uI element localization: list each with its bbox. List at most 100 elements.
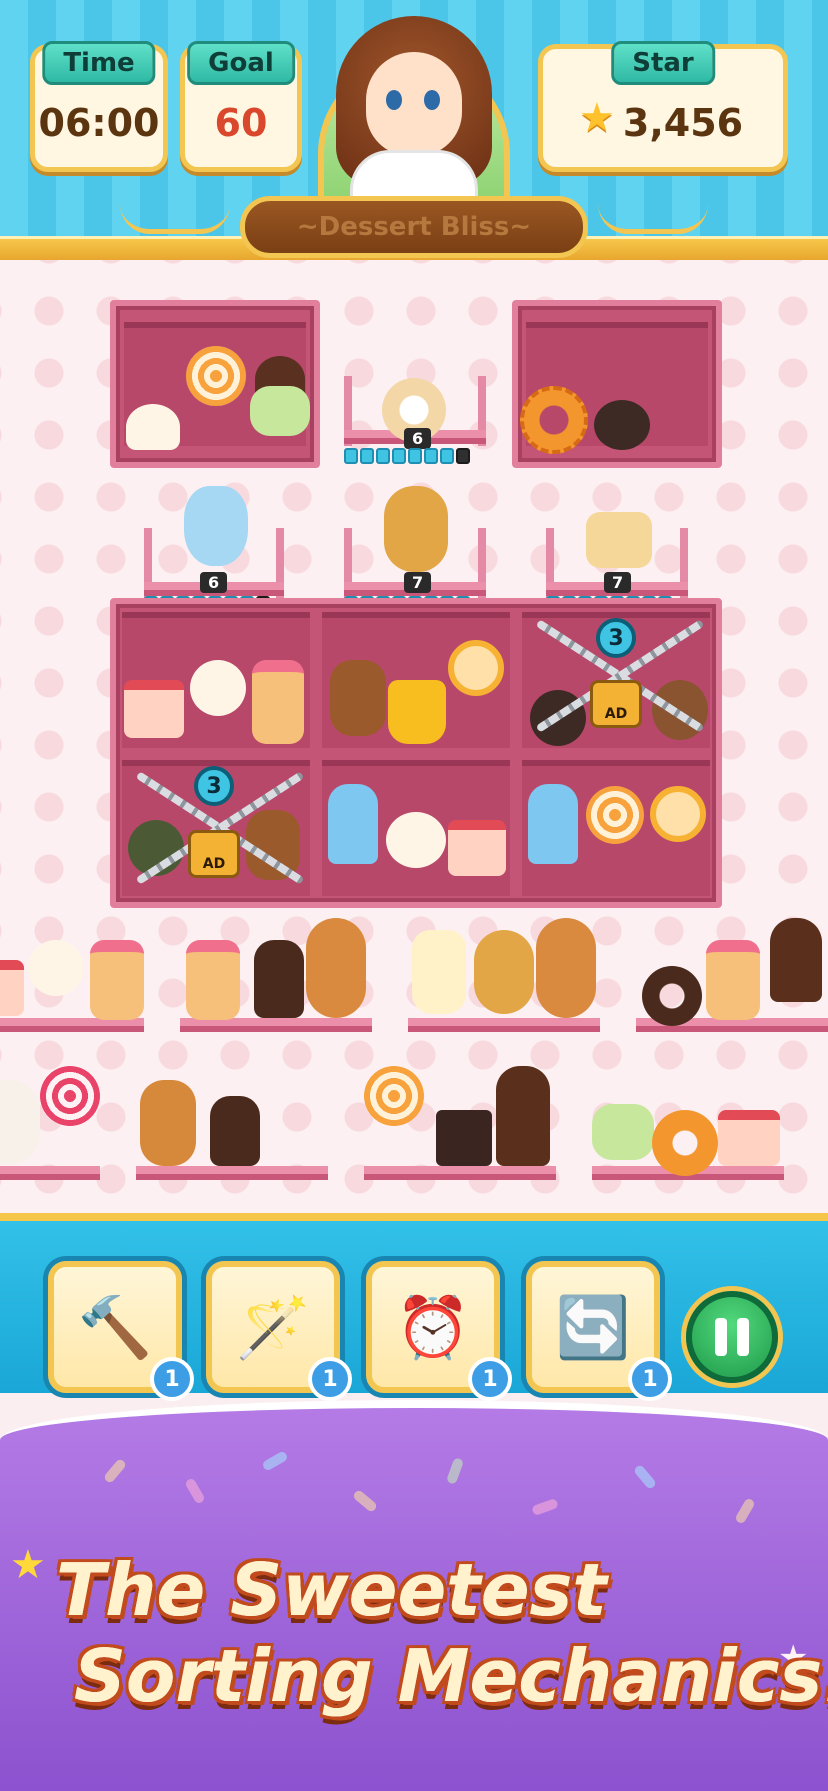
shelf-count: 7 <box>604 572 632 593</box>
freeze-clock-booster-button[interactable]: ⏰ 1 <box>366 1261 512 1401</box>
heart-lollipop-icon[interactable] <box>448 640 504 696</box>
hammer-booster-button[interactable]: 🔨 1 <box>48 1261 194 1401</box>
booster-count-badge: 1 <box>150 1357 194 1401</box>
unlock-count-badge: 3 <box>194 766 234 806</box>
goal-value: 60 <box>214 101 268 145</box>
chocolate-donut-icon[interactable] <box>642 966 702 1026</box>
time-value: 06:00 <box>38 101 160 145</box>
sprinkle <box>261 1450 289 1472</box>
promo-headline-line2: Sorting Mechanics! <box>74 1634 828 1718</box>
chocolate-cone-icon[interactable] <box>590 360 654 450</box>
sprinkle <box>351 1488 379 1514</box>
swirl-lollipop-icon[interactable] <box>40 1066 100 1126</box>
shelf-progress-meter <box>344 448 470 464</box>
pancake-stack-icon[interactable] <box>90 940 144 1020</box>
sprinkle <box>445 1457 465 1485</box>
pancake-stack-icon[interactable] <box>252 660 304 744</box>
star-value: 3,456 <box>622 101 744 145</box>
chef-eye-left <box>386 90 402 110</box>
promo-banner: ★ ★ The Sweetest Sorting Mechanics! <box>0 1400 828 1791</box>
magic-wand-booster-button[interactable]: 🪄 1 <box>206 1261 352 1401</box>
shelf-count: 7 <box>404 572 432 593</box>
chocolate-swirl-icon[interactable] <box>254 940 304 1018</box>
booster-count-badge: 1 <box>308 1357 352 1401</box>
open-ledge[interactable] <box>0 1018 144 1032</box>
right-scroll-ornament <box>598 204 708 234</box>
chocolate-swirl-icon[interactable] <box>210 1096 260 1166</box>
booster-count-badge: 1 <box>468 1357 512 1401</box>
taiyaki-icon[interactable] <box>474 930 534 1014</box>
vanilla-cone-icon[interactable] <box>28 940 84 996</box>
ad-unlock-button[interactable]: AD <box>188 830 240 878</box>
orange-donut-icon[interactable] <box>652 1110 718 1176</box>
shuffle-booster-button[interactable]: 🔄 1 <box>526 1261 672 1401</box>
sprinkle <box>734 1497 756 1525</box>
sprinkle <box>184 1477 206 1505</box>
waffle-icon[interactable] <box>306 918 366 1018</box>
cruller-icon[interactable] <box>140 1080 196 1166</box>
pause-button[interactable] <box>686 1291 778 1383</box>
open-ledge[interactable] <box>136 1166 328 1180</box>
open-ledge[interactable] <box>408 1018 600 1032</box>
strawberry-cake-icon[interactable] <box>124 680 184 738</box>
open-ledge[interactable] <box>180 1018 372 1032</box>
orange-donut-icon[interactable] <box>520 386 588 454</box>
ad-unlock-button[interactable]: AD <box>590 680 642 728</box>
matcha-cake-icon[interactable] <box>592 1104 654 1160</box>
strawberry-cake-icon[interactable] <box>0 960 24 1016</box>
pancake-stack-icon[interactable] <box>706 940 760 1020</box>
gingerbread-icon[interactable] <box>330 660 386 736</box>
waffle-icon[interactable] <box>536 918 596 1018</box>
goal-label: Goal <box>187 41 295 85</box>
star-panel: Star ★ 3,456 <box>538 41 788 172</box>
taiyaki-icon[interactable] <box>384 486 448 572</box>
chef-eye-right <box>424 90 440 110</box>
cotton-candy-icon[interactable] <box>184 486 248 566</box>
lollipop-icon[interactable] <box>586 786 644 844</box>
star-sparkle-icon: ★ <box>10 1542 46 1588</box>
ice-cream-cup-icon[interactable] <box>122 370 184 450</box>
open-ledge[interactable] <box>364 1166 556 1180</box>
ice-pop-icon[interactable] <box>328 784 378 864</box>
shuffle-icon: 🔄 <box>555 1292 631 1363</box>
strawberry-cake-icon[interactable] <box>448 820 506 876</box>
pause-icon <box>737 1318 749 1356</box>
left-scroll-ornament <box>120 204 230 234</box>
hammer-icon: 🔨 <box>77 1292 153 1363</box>
pancake-stack-icon[interactable] <box>186 940 240 1020</box>
brownie-icon[interactable] <box>436 1110 492 1166</box>
mochi-icon[interactable] <box>0 1080 40 1164</box>
magic-wand-icon: 🪄 <box>235 1292 311 1363</box>
booster-count-badge: 1 <box>628 1357 672 1401</box>
ice-cream-cup-icon[interactable] <box>386 812 446 868</box>
shelf-count: 6 <box>404 428 432 449</box>
time-panel: Time 06:00 <box>30 41 168 172</box>
chef-face <box>366 52 462 156</box>
sprinkle <box>531 1497 559 1517</box>
vanilla-cone-icon[interactable] <box>190 660 246 716</box>
ice-pop-icon[interactable] <box>528 784 578 864</box>
choco-bar-icon[interactable] <box>496 1066 550 1166</box>
lollipop-icon[interactable] <box>186 346 246 406</box>
lollipop-icon[interactable] <box>364 1066 424 1126</box>
booster-toolbar: 🔨 1 🪄 1 ⏰ 1 🔄 1 <box>0 1213 828 1401</box>
choco-bar-icon[interactable] <box>770 918 822 1002</box>
unlock-count-badge: 3 <box>596 618 636 658</box>
level-title: ~Dessert Bliss~ <box>240 196 588 258</box>
pause-icon <box>715 1318 727 1356</box>
promo-headline-line1: The Sweetest <box>56 1548 607 1632</box>
strawberry-cake-icon[interactable] <box>718 1110 780 1166</box>
freeze-clock-icon: ⏰ <box>395 1292 471 1363</box>
heart-lollipop-icon[interactable] <box>650 786 706 842</box>
time-label: Time <box>42 41 156 85</box>
pudding-icon[interactable] <box>586 512 652 568</box>
open-ledge[interactable] <box>0 1166 100 1180</box>
star-label: Star <box>611 41 715 85</box>
shelf-count: 6 <box>200 572 228 593</box>
sprinkle <box>632 1463 658 1491</box>
parfait-icon[interactable] <box>412 930 466 1014</box>
matcha-cake-icon[interactable] <box>250 386 310 436</box>
honey-jar-icon[interactable] <box>388 680 446 744</box>
sprinkle <box>102 1457 128 1485</box>
goal-panel: Goal 60 <box>180 41 302 172</box>
